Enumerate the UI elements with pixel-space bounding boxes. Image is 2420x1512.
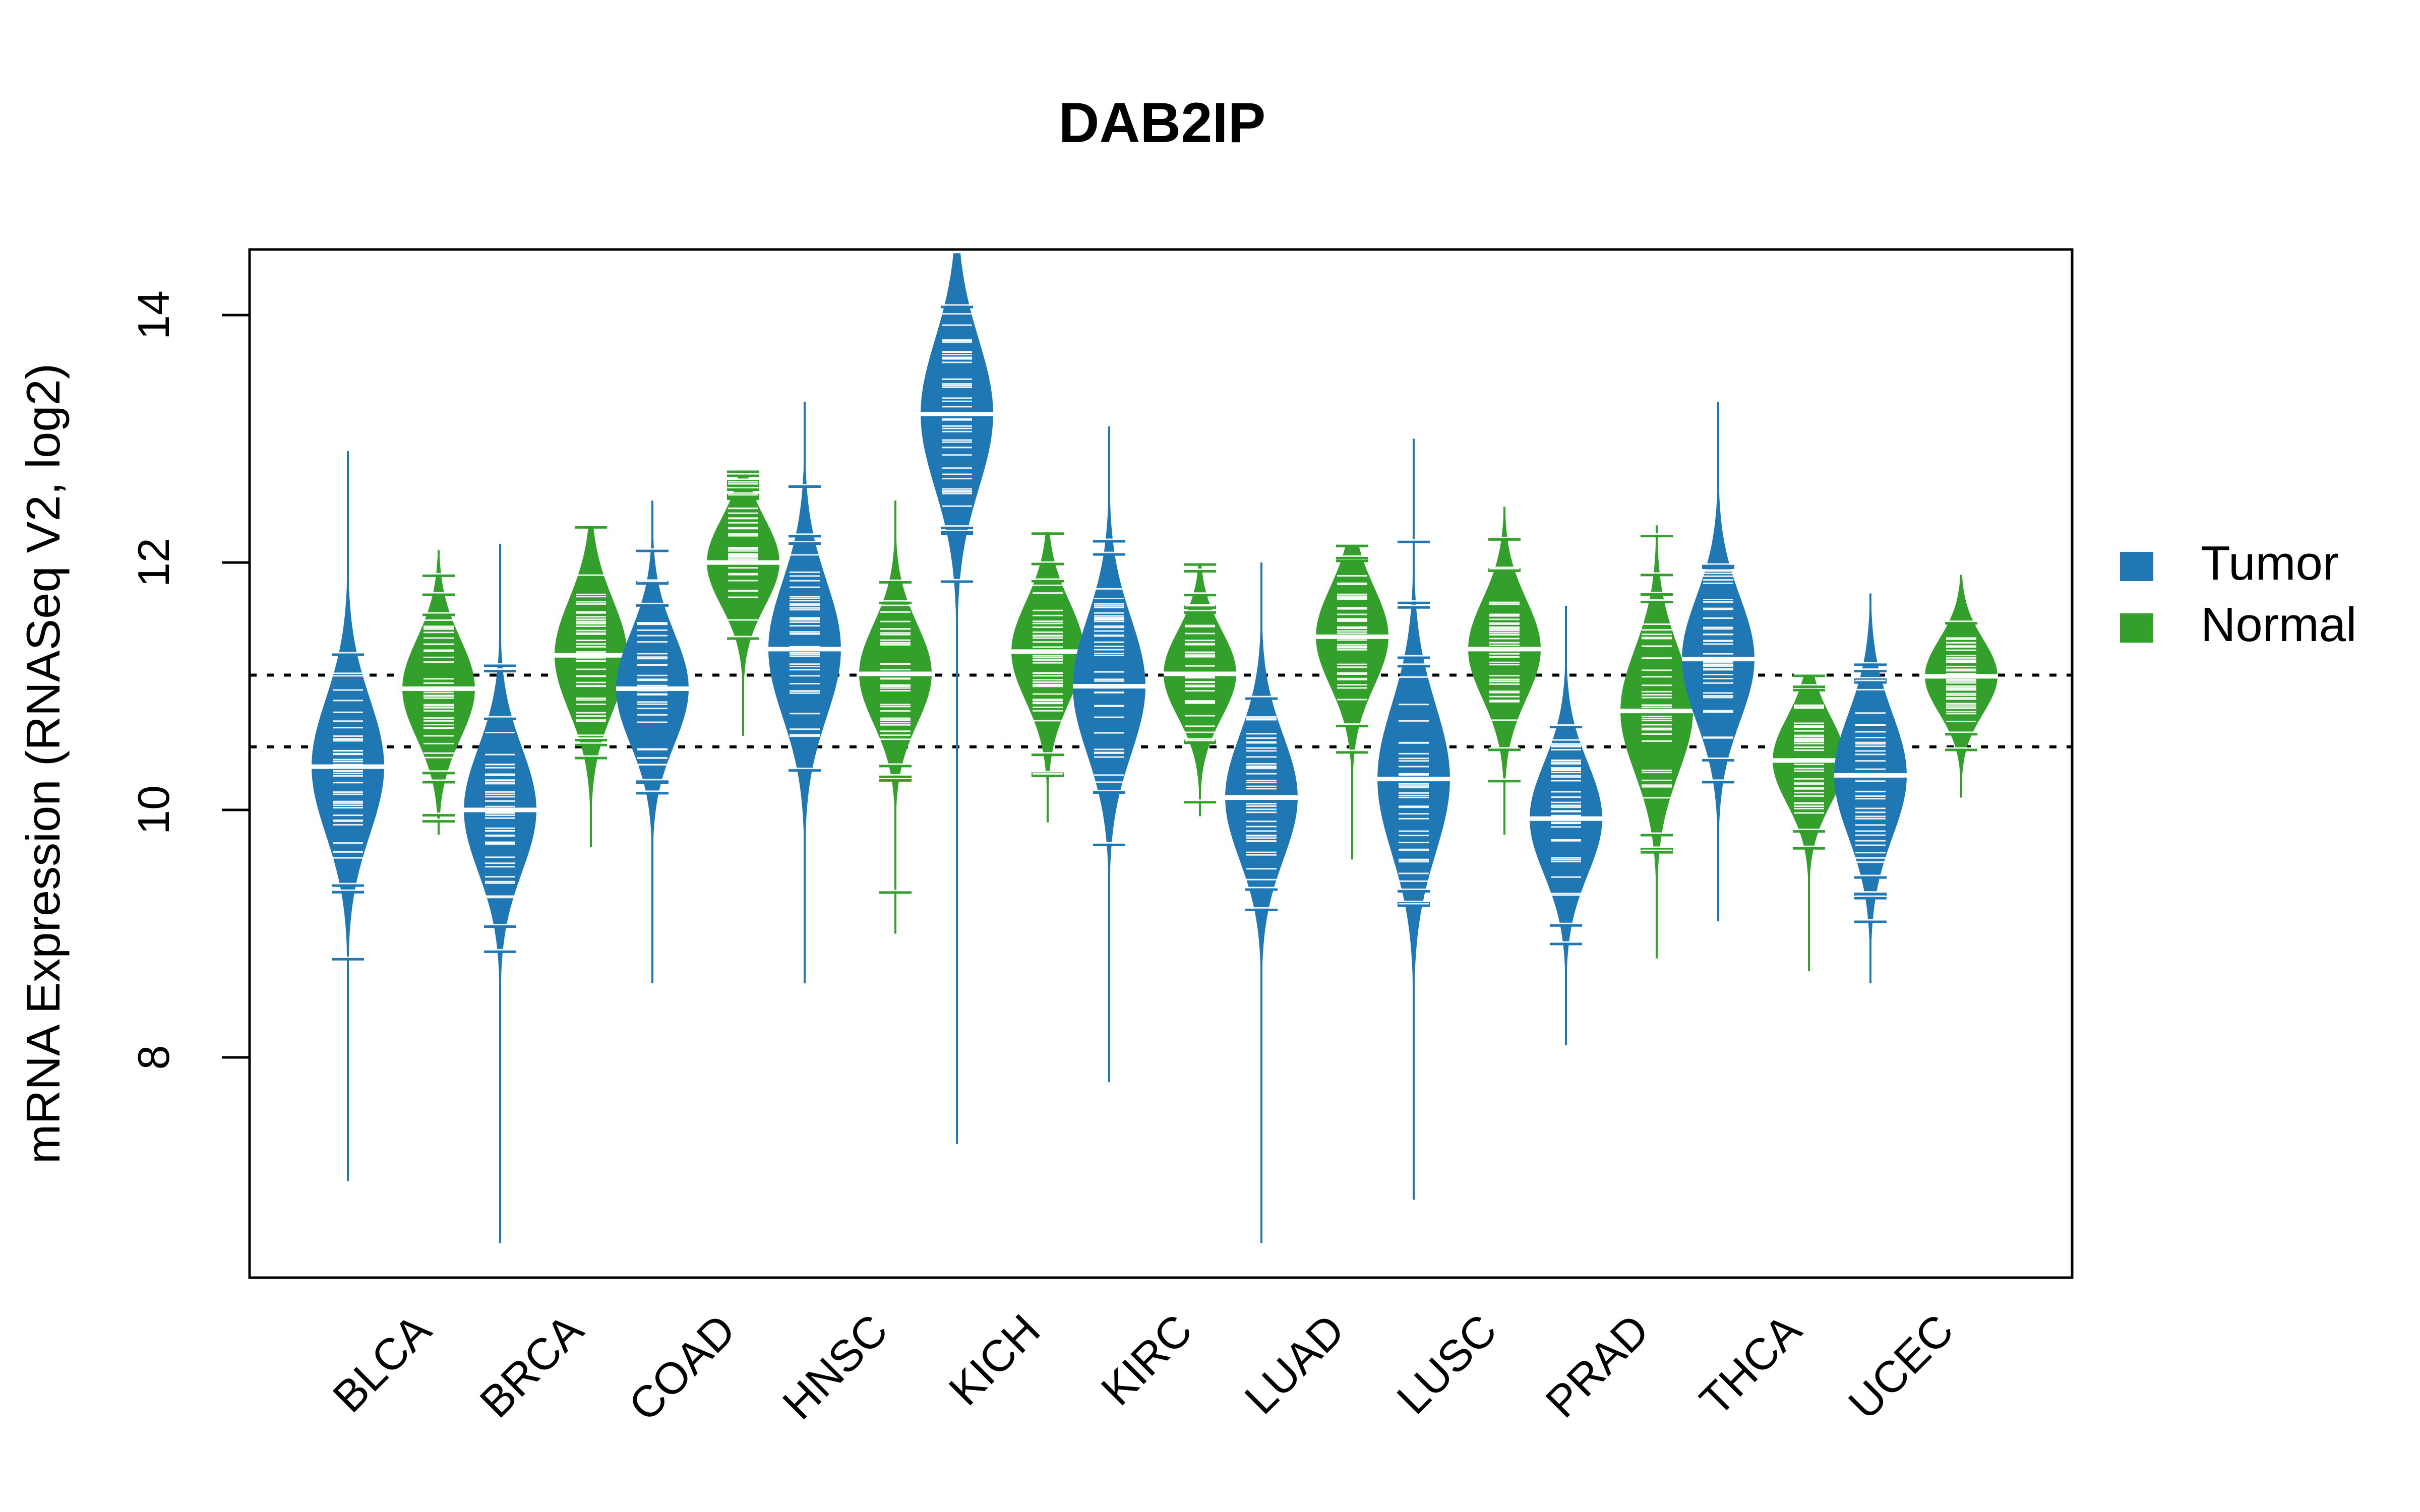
bean-kirc-normal: [1164, 561, 1236, 816]
x-tick-label: KIRC: [1092, 1304, 1202, 1415]
beanplot-chart: DAB2IP 8 10 12 14 BLCA BRCA COAD HNSC KICH KIRC L…: [17, 91, 2356, 1430]
bean-kich-normal: [1011, 531, 1084, 823]
chart-title: DAB2IP: [1059, 91, 1266, 154]
bean-prad-tumor: [1530, 606, 1602, 1045]
bean-lusc-tumor: [1377, 438, 1450, 1200]
x-tick-label: KICH: [939, 1304, 1050, 1415]
legend-swatch-normal: [2120, 613, 2153, 643]
bean-lusc-normal: [1468, 507, 1541, 835]
x-tick-label: THCA: [1690, 1304, 1811, 1425]
legend: Tumor Normal: [2120, 536, 2356, 652]
bean-kirc-tumor: [1073, 426, 1145, 1083]
bean-hnsc-tumor: [768, 401, 841, 983]
y-axis: 8 10 12 14: [129, 290, 250, 1070]
bean-ucec-normal: [1925, 575, 1998, 798]
bean-ucec-tumor: [1834, 593, 1907, 983]
bean-coad-normal: [707, 469, 779, 736]
x-tick-label: HNSC: [773, 1304, 897, 1428]
x-tick-label: BLCA: [323, 1304, 441, 1422]
plot-area: [250, 253, 2072, 1243]
legend-label-tumor: Tumor: [2201, 536, 2339, 590]
bean-blca-tumor: [312, 451, 384, 1181]
y-tick-label: 12: [129, 538, 178, 587]
x-tick-label: UCEC: [1839, 1304, 1963, 1428]
x-tick-label: LUSC: [1387, 1304, 1506, 1423]
legend-swatch-tumor: [2120, 552, 2153, 581]
legend-label-normal: Normal: [2201, 598, 2356, 652]
bean-thca-normal: [1773, 673, 1845, 971]
x-tick-label: LUAD: [1235, 1304, 1354, 1423]
y-tick-label: 14: [129, 290, 178, 340]
bean-hnsc-normal: [859, 500, 932, 934]
bean-brca-tumor: [464, 544, 536, 1243]
y-tick-label: 10: [129, 785, 178, 835]
bean-luad-normal: [1316, 543, 1388, 860]
y-axis-label: mRNA Expression (RNASeq V2, log2): [17, 363, 70, 1164]
x-tick-label: PRAD: [1536, 1304, 1659, 1427]
y-tick-label: 8: [129, 1045, 178, 1070]
bean-coad-tumor: [616, 500, 689, 983]
x-tick-label: BRCA: [470, 1304, 593, 1427]
bean-kich-tumor: [921, 253, 993, 1144]
bean-thca-tumor: [1682, 401, 1754, 921]
x-tick-label: COAD: [619, 1304, 745, 1430]
x-axis: BLCA BRCA COAD HNSC KICH KIRC LUAD LUSC PRAD THCA…: [323, 1304, 1963, 1430]
bean-luad-tumor: [1225, 562, 1298, 1243]
bean-blca-normal: [402, 550, 475, 835]
bean-prad-normal: [1620, 525, 1693, 959]
